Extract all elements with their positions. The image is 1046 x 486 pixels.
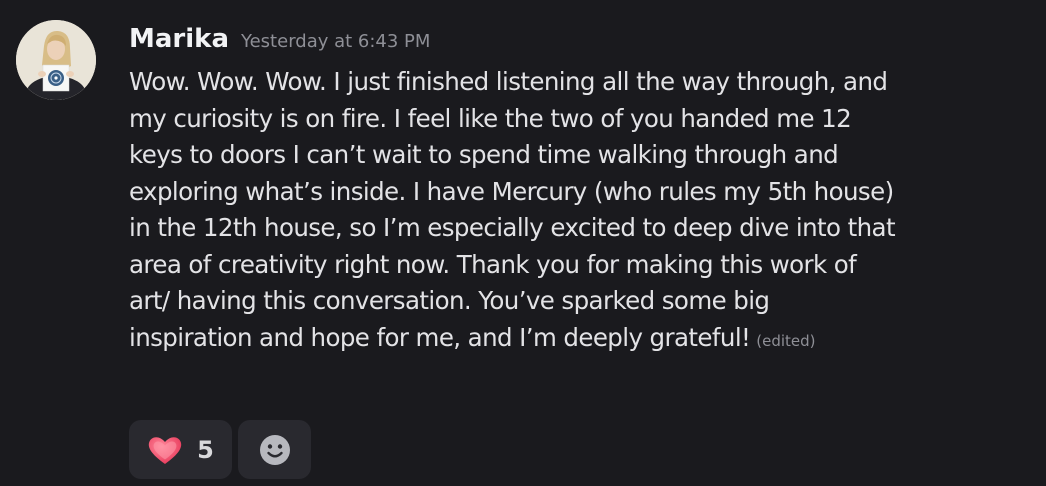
message-timestamp[interactable]: Yesterday at 6:43 PM [241, 31, 430, 52]
reaction-bar: 5 [129, 420, 311, 479]
reaction-count: 5 [197, 435, 214, 464]
message-line: area of creativity right now. Thank you … [129, 249, 857, 279]
message-line: in the 12th house, so I’m especially exc… [129, 213, 896, 242]
chat-message: Marika Yesterday at 6:43 PM Wow. Wow. Wo… [0, 0, 1046, 486]
message-line: exploring what’s inside. I have Mercury … [129, 176, 894, 206]
heart-icon [148, 436, 182, 464]
author-name[interactable]: Marika [129, 24, 229, 54]
message-line-text: inspiration and hope for me, and I’m dee… [129, 322, 751, 352]
message-line: keys to doors I can’t wait to spend time… [129, 140, 839, 169]
add-reaction-button[interactable] [238, 420, 311, 479]
message-content: Wow. Wow. Wow. I just finished listening… [129, 64, 1029, 359]
message-line: my curiosity is on fire. I feel like the… [129, 103, 852, 133]
smiley-face-icon [259, 434, 290, 465]
message-line: Wow. Wow. Wow. I just finished listening… [129, 67, 888, 96]
message-header: Marika Yesterday at 6:43 PM [129, 24, 430, 54]
avatar-photo-icon [16, 20, 96, 100]
edited-label: (edited) [756, 331, 816, 350]
reaction-heart[interactable]: 5 [129, 420, 232, 479]
message-line: art/ having this conversation. You’ve sp… [129, 286, 770, 315]
message-line-last: inspiration and hope for me, and I’m dee… [129, 320, 1029, 360]
user-avatar[interactable] [16, 20, 96, 100]
